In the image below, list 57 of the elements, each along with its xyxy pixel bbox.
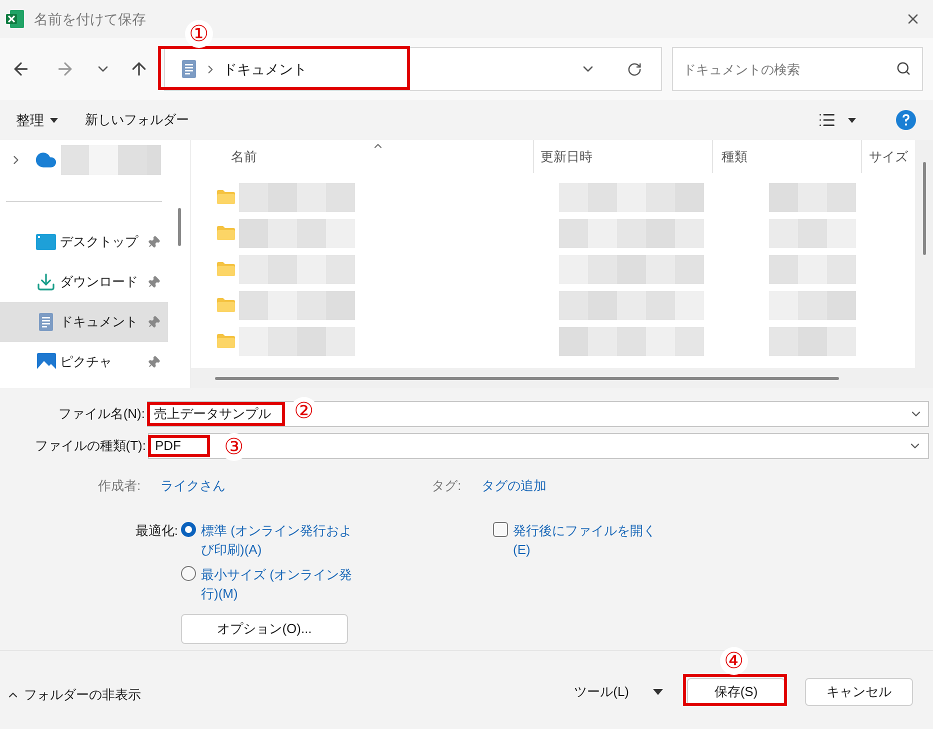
sidebar-label: ダウンロード [60,273,138,292]
checkbox[interactable] [493,522,508,537]
spreadsheet-app-icon [6,10,24,28]
radio-button[interactable] [181,522,196,537]
folder-icon [217,298,235,312]
hide-folders-button[interactable]: フォルダーの非表示 [6,685,141,705]
step-number-badge: ① [185,20,213,48]
search-icon[interactable] [896,61,911,76]
options-button[interactable]: オプション(O)... [181,614,348,644]
column-header[interactable]: サイズ [862,140,915,173]
sidebar-label: ピクチャ [60,353,112,372]
column-header[interactable]: 名前 [191,140,534,173]
breadcrumb-item[interactable]: ドキュメント [223,58,307,80]
download-icon [36,272,56,292]
new-folder-button[interactable]: 新しいフォルダー [85,110,189,130]
desktop-icon [36,234,56,250]
search-field[interactable]: ドキュメントの検索 [672,47,923,91]
sidebar-label: ドキュメント [60,313,138,332]
caret-icon[interactable] [848,118,856,122]
sidebar-item[interactable]: デスクトップ [0,222,168,262]
sidebar-item[interactable]: ピクチャ [0,342,168,382]
refresh-icon[interactable] [627,62,642,76]
folder-icon [217,190,235,204]
organize-menu-button[interactable]: 整理 [16,110,58,130]
radio-option[interactable]: 最小サイズ (オンライン発行)(M) [181,565,359,603]
folder-icon [217,334,235,348]
column-header[interactable]: 更新日時 [534,140,714,173]
folder-icon [217,262,235,276]
view-list-icon[interactable] [818,111,836,129]
help-icon[interactable] [896,110,916,130]
document-icon [39,313,53,331]
radio-option[interactable]: 標準 (オンライン発行および印刷)(A) [181,521,359,559]
cancel-button[interactable]: キャンセル [805,678,913,706]
sidebar-item[interactable]: ドキュメント [0,302,168,342]
tools-menu-button[interactable]: ツール(L) [574,682,663,702]
window-title: 名前を付けて保存 [34,10,146,28]
address-bar[interactable]: ドキュメント [164,47,662,91]
file-name-label: ファイル名(N): [57,405,145,424]
sidebar-label: デスクトップ [60,233,138,252]
checkbox-option[interactable]: 発行後にファイルを開く (E) [493,521,673,644]
column-header[interactable]: 種類 [713,140,862,173]
document-icon [182,60,196,78]
author-value[interactable]: ライクさん [160,476,226,496]
sidebar-item[interactable]: ダウンロード [0,262,168,302]
optimize-label: 最適化: [134,522,178,540]
file-type-label: ファイルの種類(T): [34,437,146,456]
horizontal-scrollbar-thumb[interactable] [215,376,839,380]
vertical-scrollbar-thumb[interactable] [922,162,926,255]
radio-button[interactable] [181,566,196,581]
author-label: 作成者: [98,477,141,496]
highlight-frame [148,435,210,457]
folder-icon [217,226,235,240]
scrollbar-thumb[interactable] [178,208,180,246]
picture-icon [36,352,56,372]
tags-label: タグ: [432,477,462,496]
tags-value[interactable]: タグの追加 [481,476,546,496]
step-number-badge: ④ [720,647,748,675]
